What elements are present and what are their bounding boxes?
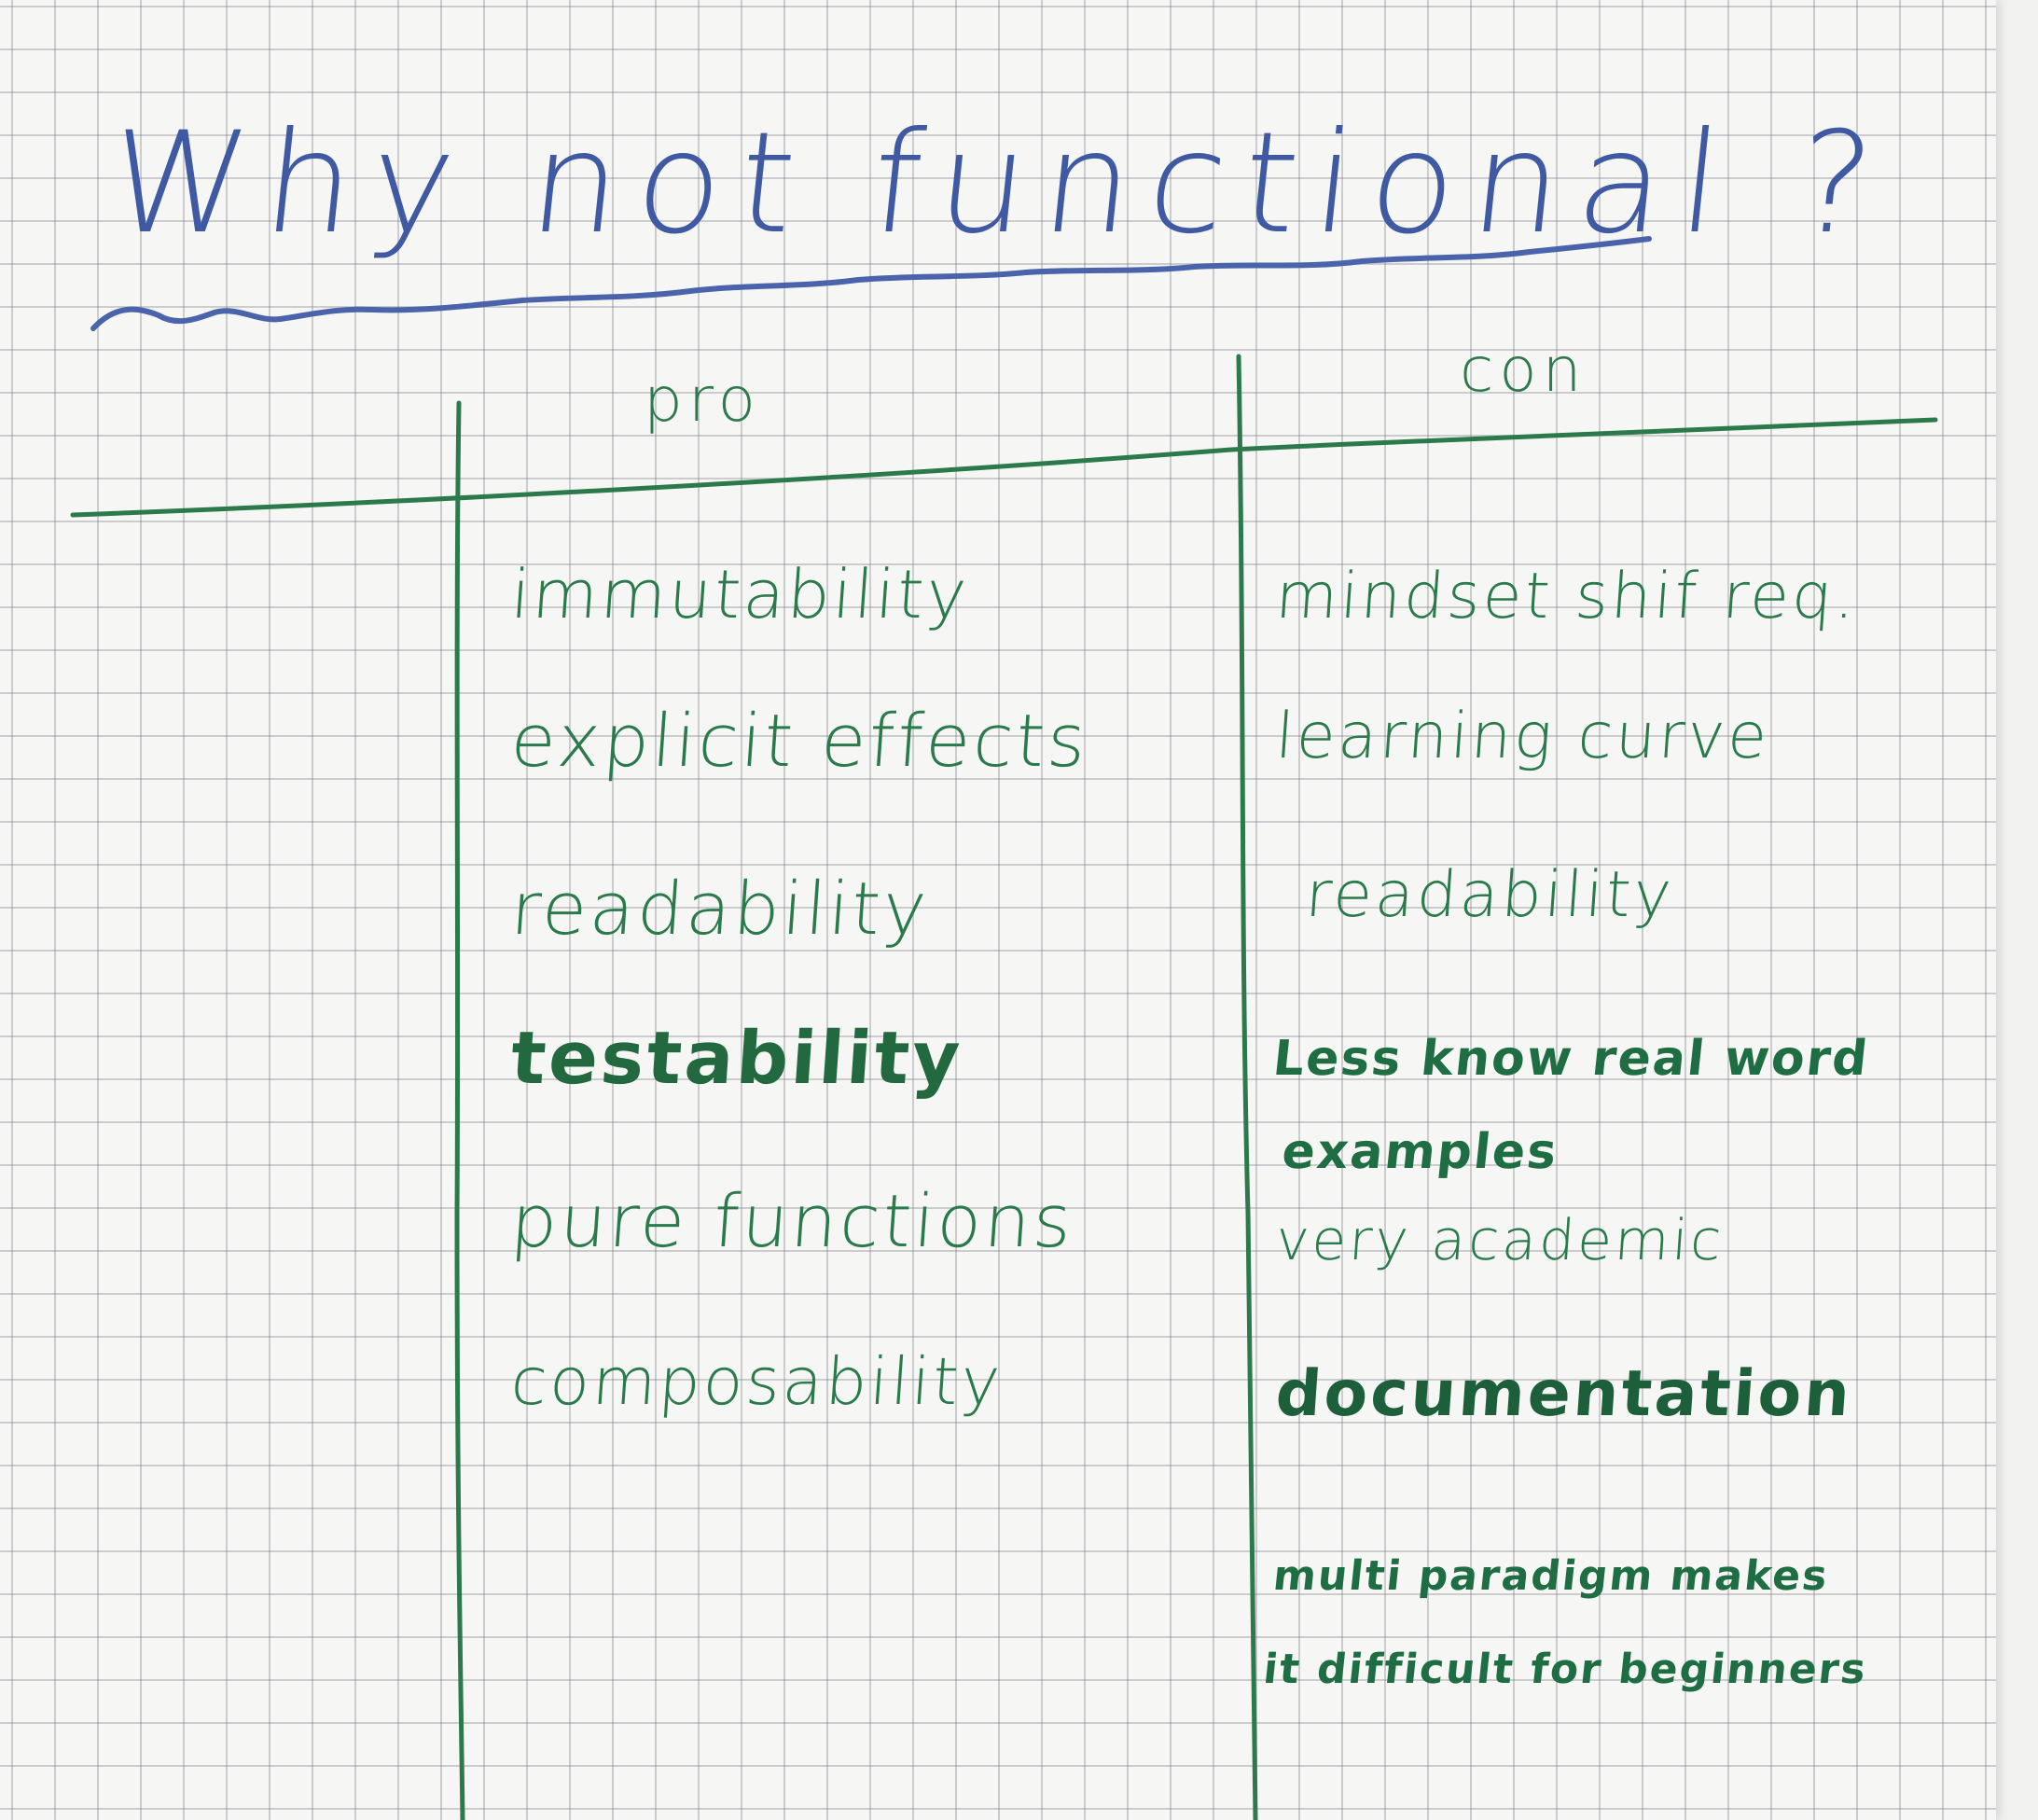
pro-item: immutability — [508, 555, 972, 633]
con-item: Less know real word examples — [1260, 1031, 1872, 1180]
pro-item: explicit effects — [507, 700, 1091, 784]
pro-item: testability — [507, 1017, 965, 1101]
con-item: mindset shif req. — [1273, 560, 1861, 633]
pro-item: readability — [507, 868, 932, 952]
con-item: very academic — [1273, 1208, 1726, 1273]
whiteboard: Why not functional ? pro con immutabilit… — [0, 0, 2038, 1820]
con-item: readability — [1303, 858, 1677, 932]
faint-ghost-writing — [140, 401, 163, 485]
pro-item: pure functions — [507, 1180, 1077, 1264]
con-item: learning curve — [1273, 700, 1772, 773]
page-title: Why not functional ? — [101, 103, 1897, 265]
con-item: documentation — [1273, 1357, 1855, 1431]
con-column-header: con — [1460, 334, 1587, 406]
pro-item: composability — [508, 1343, 1005, 1420]
pro-column-header: pro — [644, 364, 761, 436]
con-item: multi paradigm makes it difficult for be… — [1261, 1552, 1870, 1693]
